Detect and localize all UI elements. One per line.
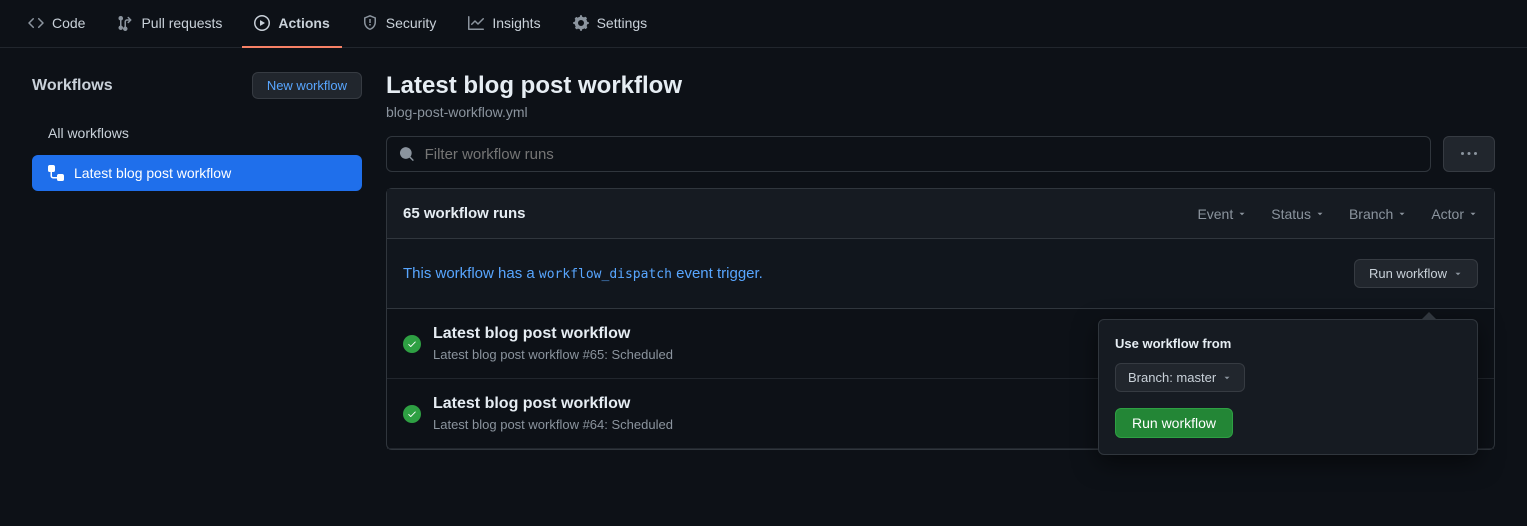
graph-icon: [468, 15, 484, 31]
code-icon: [28, 15, 44, 31]
tab-settings[interactable]: Settings: [561, 0, 660, 48]
tab-label: Code: [52, 15, 85, 31]
success-check-icon: [403, 335, 421, 353]
filter-label: Branch: [1349, 206, 1393, 222]
filter-label: Event: [1197, 206, 1233, 222]
success-check-icon: [403, 405, 421, 423]
filter-branch[interactable]: Branch: [1349, 206, 1407, 222]
tab-label: Actions: [278, 15, 329, 31]
filter-label: Actor: [1431, 206, 1464, 222]
run-workflow-dropdown-button[interactable]: Run workflow: [1354, 259, 1478, 288]
workflow-icon: [48, 165, 64, 181]
chevron-down-icon: [1468, 209, 1478, 219]
new-workflow-button[interactable]: New workflow: [252, 72, 362, 99]
chevron-down-icon: [1222, 373, 1232, 383]
filter-actor[interactable]: Actor: [1431, 206, 1478, 222]
gear-icon: [573, 15, 589, 31]
runs-count: 65 workflow runs: [403, 205, 526, 222]
dispatch-text: This workflow has a workflow_dispatch ev…: [403, 265, 763, 282]
tab-actions[interactable]: Actions: [242, 0, 341, 48]
filter-status[interactable]: Status: [1271, 206, 1325, 222]
runs-box: 65 workflow runs Event Status Branch: [386, 188, 1495, 450]
chevron-down-icon: [1397, 209, 1407, 219]
branch-label: Branch: master: [1128, 370, 1216, 385]
tab-code[interactable]: Code: [16, 0, 97, 48]
sidebar-title: Workflows: [32, 77, 113, 95]
content: Latest blog post workflow blog-post-work…: [386, 72, 1495, 450]
run-workflow-submit-button[interactable]: Run workflow: [1115, 408, 1233, 438]
search-input[interactable]: [425, 146, 1418, 163]
dispatch-banner: This workflow has a workflow_dispatch ev…: [387, 239, 1494, 309]
sidebar-item-all-workflows[interactable]: All workflows: [32, 115, 362, 151]
sidebar-item-workflow[interactable]: Latest blog post workflow: [32, 155, 362, 191]
git-pull-request-icon: [117, 15, 133, 31]
search-box[interactable]: [386, 136, 1431, 172]
tab-security[interactable]: Security: [350, 0, 449, 48]
filter-event[interactable]: Event: [1197, 206, 1247, 222]
workflow-file[interactable]: blog-post-workflow.yml: [386, 104, 1495, 120]
search-icon: [399, 146, 415, 162]
sidebar: Workflows New workflow All workflows Lat…: [32, 72, 362, 450]
tab-label: Settings: [597, 15, 648, 31]
tab-pull-requests[interactable]: Pull requests: [105, 0, 234, 48]
popover-label: Use workflow from: [1115, 336, 1461, 351]
run-workflow-popover: Use workflow from Branch: master Run wor…: [1098, 319, 1478, 455]
tab-label: Insights: [492, 15, 540, 31]
branch-select[interactable]: Branch: master: [1115, 363, 1245, 392]
play-icon: [254, 15, 270, 31]
chevron-down-icon: [1453, 269, 1463, 279]
repo-nav: Code Pull requests Actions Security Insi…: [0, 0, 1527, 48]
kebab-icon: [1461, 146, 1477, 162]
button-label: Run workflow: [1369, 266, 1447, 281]
tab-insights[interactable]: Insights: [456, 0, 552, 48]
shield-icon: [362, 15, 378, 31]
filter-label: Status: [1271, 206, 1311, 222]
more-options-button[interactable]: [1443, 136, 1495, 172]
page-title: Latest blog post workflow: [386, 72, 1495, 100]
chevron-down-icon: [1237, 209, 1247, 219]
tab-label: Security: [386, 15, 437, 31]
chevron-down-icon: [1315, 209, 1325, 219]
sidebar-item-label: Latest blog post workflow: [74, 165, 231, 181]
sidebar-item-label: All workflows: [48, 125, 129, 141]
tab-label: Pull requests: [141, 15, 222, 31]
